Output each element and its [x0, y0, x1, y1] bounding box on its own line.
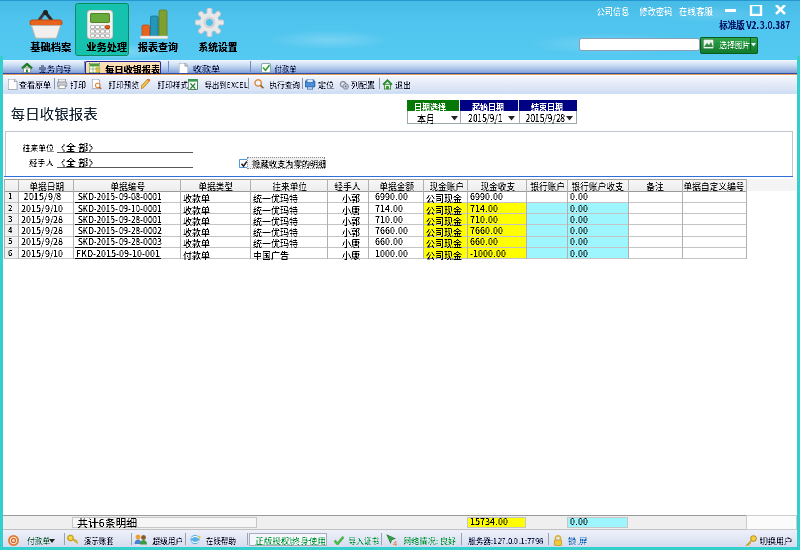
svg-text:4: 4 [393, 539, 397, 546]
